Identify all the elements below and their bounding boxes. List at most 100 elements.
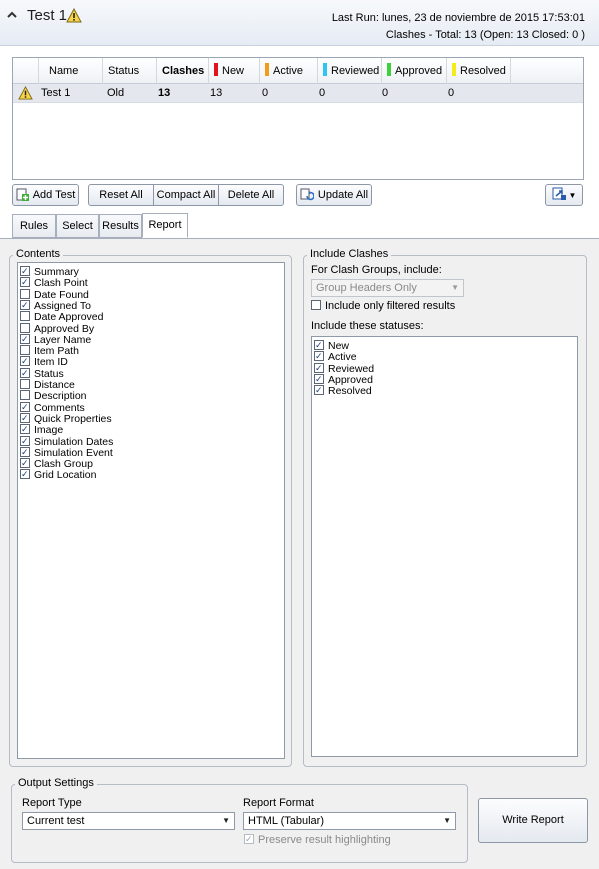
checkbox[interactable] [20,367,30,378]
contents-item[interactable]: Grid Location [20,469,96,481]
new-color-swatch [214,63,218,76]
report-type-label: Report Type [22,797,82,809]
contents-item[interactable]: Layer Name [20,333,92,346]
only-filtered-option[interactable]: Include only filtered results [311,300,455,312]
checkbox[interactable] [20,412,30,423]
checkbox-label: Layer Name [34,333,92,346]
tab-select[interactable]: Select [56,214,99,238]
contents-item[interactable]: Status [20,367,64,379]
column-header-active[interactable]: Active [260,58,318,84]
checkbox[interactable] [20,333,30,344]
checkbox[interactable] [314,362,324,373]
checkbox[interactable] [20,356,30,367]
only-filtered-checkbox[interactable] [311,300,321,310]
status-item[interactable]: Approved [314,373,373,385]
column-header-reviewed[interactable]: Reviewed [318,58,382,84]
checkbox[interactable] [314,351,324,362]
tab-results[interactable]: Results [99,214,142,238]
checkbox[interactable] [20,401,30,412]
column-header-new[interactable]: New [209,58,260,84]
reviewed-color-swatch [323,63,327,76]
table-row[interactable]: Test 1 Old 13 13 0 0 0 0 [13,84,583,103]
checkbox-label: Approved By [34,322,95,335]
last-run-text: Last Run: lunes, 23 de noviembre de 2015… [331,12,585,24]
checkbox[interactable] [20,446,30,457]
contents-list[interactable]: SummaryClash PointDate FoundAssigned ToD… [17,262,285,759]
checkbox[interactable] [20,458,30,469]
column-header-resolved[interactable]: Resolved [447,58,511,84]
add-test-icon [16,188,29,201]
export-icon [552,187,566,200]
contents-item[interactable]: Summary [20,266,79,278]
column-header-approved[interactable]: Approved [382,58,447,84]
chevron-down-icon: ▼ [451,283,459,292]
contents-item[interactable]: Approved By [20,322,95,335]
contents-item[interactable]: Date Found [20,288,89,300]
checkbox[interactable] [314,373,324,384]
checkbox[interactable] [314,385,324,396]
checkbox[interactable] [20,435,30,446]
contents-item[interactable]: Quick Properties [20,412,112,425]
chevron-down-icon: ▼ [222,816,230,825]
checkbox-label: Active [328,351,357,364]
status-item[interactable]: Reviewed [314,362,375,375]
active-color-swatch [265,63,269,76]
contents-item[interactable]: Clash Point [20,277,88,289]
cell-clashes: 13 [158,87,171,99]
report-format-label: Report Format [243,797,314,809]
clash-tests-grid[interactable]: Name Status Clashes New Active Reviewed … [12,57,584,180]
statuses-list[interactable]: NewActiveReviewedApprovedResolved [311,336,578,757]
contents-item[interactable]: Item Path [20,345,79,357]
contents-item[interactable]: Image [20,424,63,436]
approved-color-swatch [387,63,391,76]
status-item[interactable]: Resolved [314,385,372,397]
checkbox[interactable] [20,266,30,276]
contents-item[interactable]: Item ID [20,356,68,368]
contents-item[interactable]: Distance [20,379,75,391]
checkbox[interactable] [20,379,30,389]
reset-all-button[interactable]: Reset All [88,184,154,206]
checkbox[interactable] [20,288,30,299]
preserve-highlighting-option: Preserve result highlighting [244,834,391,846]
checkbox[interactable] [20,277,30,288]
checkbox[interactable] [20,322,30,333]
column-header-name[interactable]: Name [39,58,103,84]
checkbox-label: Simulation Dates [34,435,114,448]
checkbox[interactable] [314,340,324,350]
status-item[interactable]: Active [314,351,357,364]
checkbox-label: New [328,340,350,352]
checkbox-label: Description [34,390,87,403]
checkbox[interactable] [20,469,30,480]
checkbox[interactable] [20,345,30,356]
column-header-status[interactable]: Status [103,58,157,84]
contents-item[interactable]: Comments [20,401,85,413]
add-test-button[interactable]: Add Test [12,184,79,206]
export-menu-button[interactable]: ▼ [545,184,583,206]
column-header-clashes[interactable]: Clashes [157,58,209,84]
checkbox-label: Quick Properties [34,412,112,425]
tab-report[interactable]: Report [142,213,188,238]
checkbox[interactable] [20,311,30,322]
report-type-select[interactable]: Current test ▼ [22,812,235,830]
checkbox-label: Assigned To [34,299,92,312]
checkbox[interactable] [20,424,30,435]
contents-item[interactable]: Simulation Dates [20,435,114,448]
checkbox[interactable] [20,299,30,310]
contents-item[interactable]: Assigned To [20,299,92,312]
checkbox[interactable] [20,390,30,401]
status-item[interactable]: New [314,340,350,352]
delete-all-button[interactable]: Delete All [218,184,284,206]
contents-item[interactable]: Date Approved [20,311,103,323]
update-all-button[interactable]: Update All [296,184,372,206]
collapse-chevron-icon[interactable] [6,9,18,21]
warning-icon [66,8,82,23]
report-format-select[interactable]: HTML (Tabular) ▼ [243,812,456,830]
compact-all-button[interactable]: Compact All [153,184,219,206]
contents-item[interactable]: Simulation Event [20,446,113,458]
contents-item[interactable]: Description [20,390,87,403]
tab-rules[interactable]: Rules [12,214,56,238]
checkbox-label: Reviewed [328,362,375,375]
contents-item[interactable]: Clash Group [20,458,93,470]
include-clashes-group-label: Include Clashes [307,248,392,260]
write-report-button[interactable]: Write Report [478,798,588,843]
